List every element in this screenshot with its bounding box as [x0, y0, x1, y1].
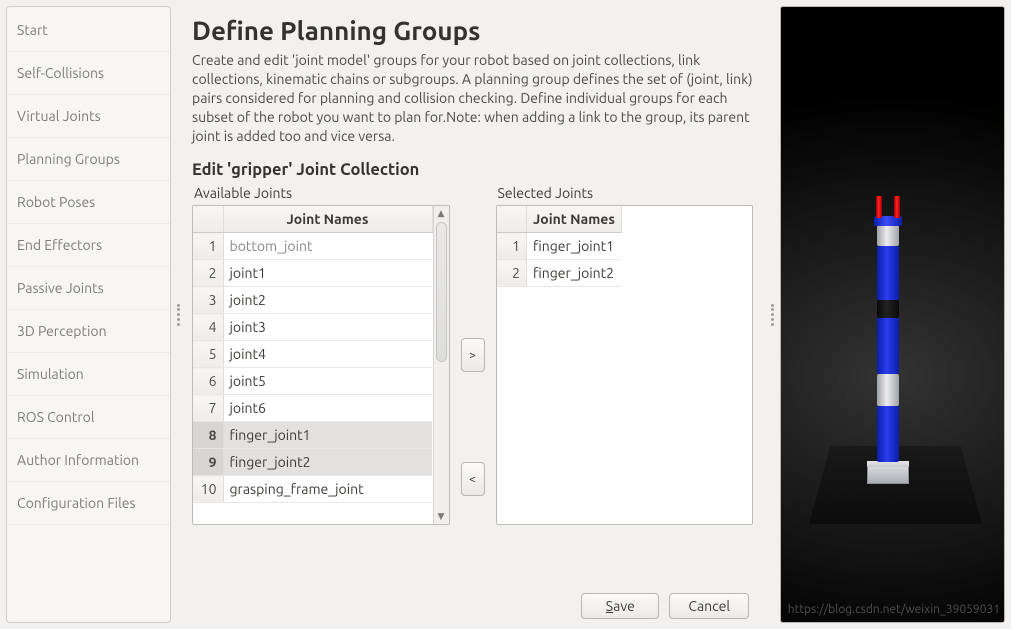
sidebar-item-passive-joints[interactable]: Passive Joints	[7, 267, 170, 310]
splitter-left[interactable]	[175, 0, 182, 629]
sidebar-item-3d-perception[interactable]: 3D Perception	[7, 310, 170, 353]
footer-buttons: Save Cancel	[192, 581, 753, 619]
selected-column: Selected Joints Joint Names 1finger	[496, 183, 754, 581]
sidebar-item-simulation[interactable]: Simulation	[7, 353, 170, 396]
table-row[interactable]: 3joint2	[193, 287, 432, 314]
available-label: Available Joints	[194, 185, 450, 201]
sidebar-item-self-collisions[interactable]: Self-Collisions	[7, 52, 170, 95]
available-scroll-area[interactable]: Joint Names 1bottom_joint 2joint1 3joint…	[193, 206, 433, 524]
table-row[interactable]: 4joint3	[193, 314, 432, 341]
robot-finger	[894, 196, 900, 218]
sidebar-item-planning-groups[interactable]: Planning Groups	[7, 138, 170, 181]
watermark-text: https://blog.csdn.net/weixin_39059031	[788, 603, 1000, 616]
selected-scroll-area[interactable]: Joint Names 1finger_joint1 2finger_joint…	[497, 206, 753, 524]
table-row[interactable]: 10grasping_frame_joint	[193, 476, 432, 503]
viewer-panel: https://blog.csdn.net/weixin_39059031	[780, 6, 1005, 623]
sidebar-item-robot-poses[interactable]: Robot Poses	[7, 181, 170, 224]
sidebar-item-start[interactable]: Start	[7, 9, 170, 52]
available-header-index[interactable]	[193, 206, 223, 233]
subheading: Edit 'gripper' Joint Collection	[192, 161, 753, 179]
cancel-button[interactable]: Cancel	[669, 593, 749, 619]
page-title: Define Planning Groups	[192, 16, 753, 45]
selected-header-index[interactable]	[497, 206, 527, 233]
robot-link	[877, 406, 899, 462]
sidebar-item-end-effectors[interactable]: End Effectors	[7, 224, 170, 267]
selected-list: Joint Names 1finger_joint1 2finger_joint…	[496, 205, 754, 525]
available-scrollbar[interactable]: ▲ ▼	[433, 206, 449, 524]
app-root: Start Self-Collisions Virtual Joints Pla…	[0, 0, 1011, 629]
splitter-right[interactable]	[769, 0, 776, 629]
robot-link	[877, 300, 899, 318]
sidebar-item-author-information[interactable]: Author Information	[7, 439, 170, 482]
table-row[interactable]: 2joint1	[193, 260, 432, 287]
table-row[interactable]: 7joint6	[193, 395, 432, 422]
available-header-names[interactable]: Joint Names	[223, 206, 432, 233]
scroll-down-icon[interactable]: ▼	[434, 509, 449, 524]
table-row[interactable]: 8finger_joint1	[193, 422, 432, 449]
table-row[interactable]: 6joint5	[193, 368, 432, 395]
robot-3d-viewer[interactable]: https://blog.csdn.net/weixin_39059031	[780, 6, 1005, 623]
add-button[interactable]: >	[461, 338, 485, 372]
transfer-buttons: > <	[460, 183, 486, 581]
sidebar: Start Self-Collisions Virtual Joints Pla…	[6, 6, 171, 623]
available-table: Joint Names 1bottom_joint 2joint1 3joint…	[193, 206, 433, 503]
available-list: Joint Names 1bottom_joint 2joint1 3joint…	[192, 205, 450, 525]
selected-table: Joint Names 1finger_joint1 2finger_joint…	[497, 206, 622, 287]
robot-link	[877, 224, 899, 246]
robot-base	[867, 466, 909, 484]
joint-editor: Available Joints Joint Names 1botto	[192, 183, 753, 581]
sidebar-item-ros-control[interactable]: ROS Control	[7, 396, 170, 439]
table-row[interactable]: 1finger_joint1	[497, 233, 622, 260]
main-panel: Define Planning Groups Create and edit '…	[182, 0, 769, 629]
scroll-thumb[interactable]	[436, 222, 447, 362]
scroll-up-icon[interactable]: ▲	[434, 206, 449, 221]
sidebar-item-virtual-joints[interactable]: Virtual Joints	[7, 95, 170, 138]
robot-link	[877, 318, 899, 374]
remove-button[interactable]: <	[461, 462, 485, 496]
viewer-scene: https://blog.csdn.net/weixin_39059031	[781, 7, 1004, 622]
page-description: Create and edit 'joint model' groups for…	[192, 51, 753, 145]
robot-link	[877, 246, 899, 300]
selected-label: Selected Joints	[498, 185, 754, 201]
robot-link	[877, 374, 899, 406]
selected-header-names[interactable]: Joint Names	[527, 206, 622, 233]
save-button[interactable]: Save	[581, 593, 659, 619]
table-row[interactable]: 9finger_joint2	[193, 449, 432, 476]
available-column: Available Joints Joint Names 1botto	[192, 183, 450, 581]
table-row[interactable]: 2finger_joint2	[497, 260, 622, 287]
table-row[interactable]: 5joint4	[193, 341, 432, 368]
table-row[interactable]: 1bottom_joint	[193, 233, 432, 260]
sidebar-item-configuration-files[interactable]: Configuration Files	[7, 482, 170, 525]
robot-finger	[876, 196, 882, 218]
